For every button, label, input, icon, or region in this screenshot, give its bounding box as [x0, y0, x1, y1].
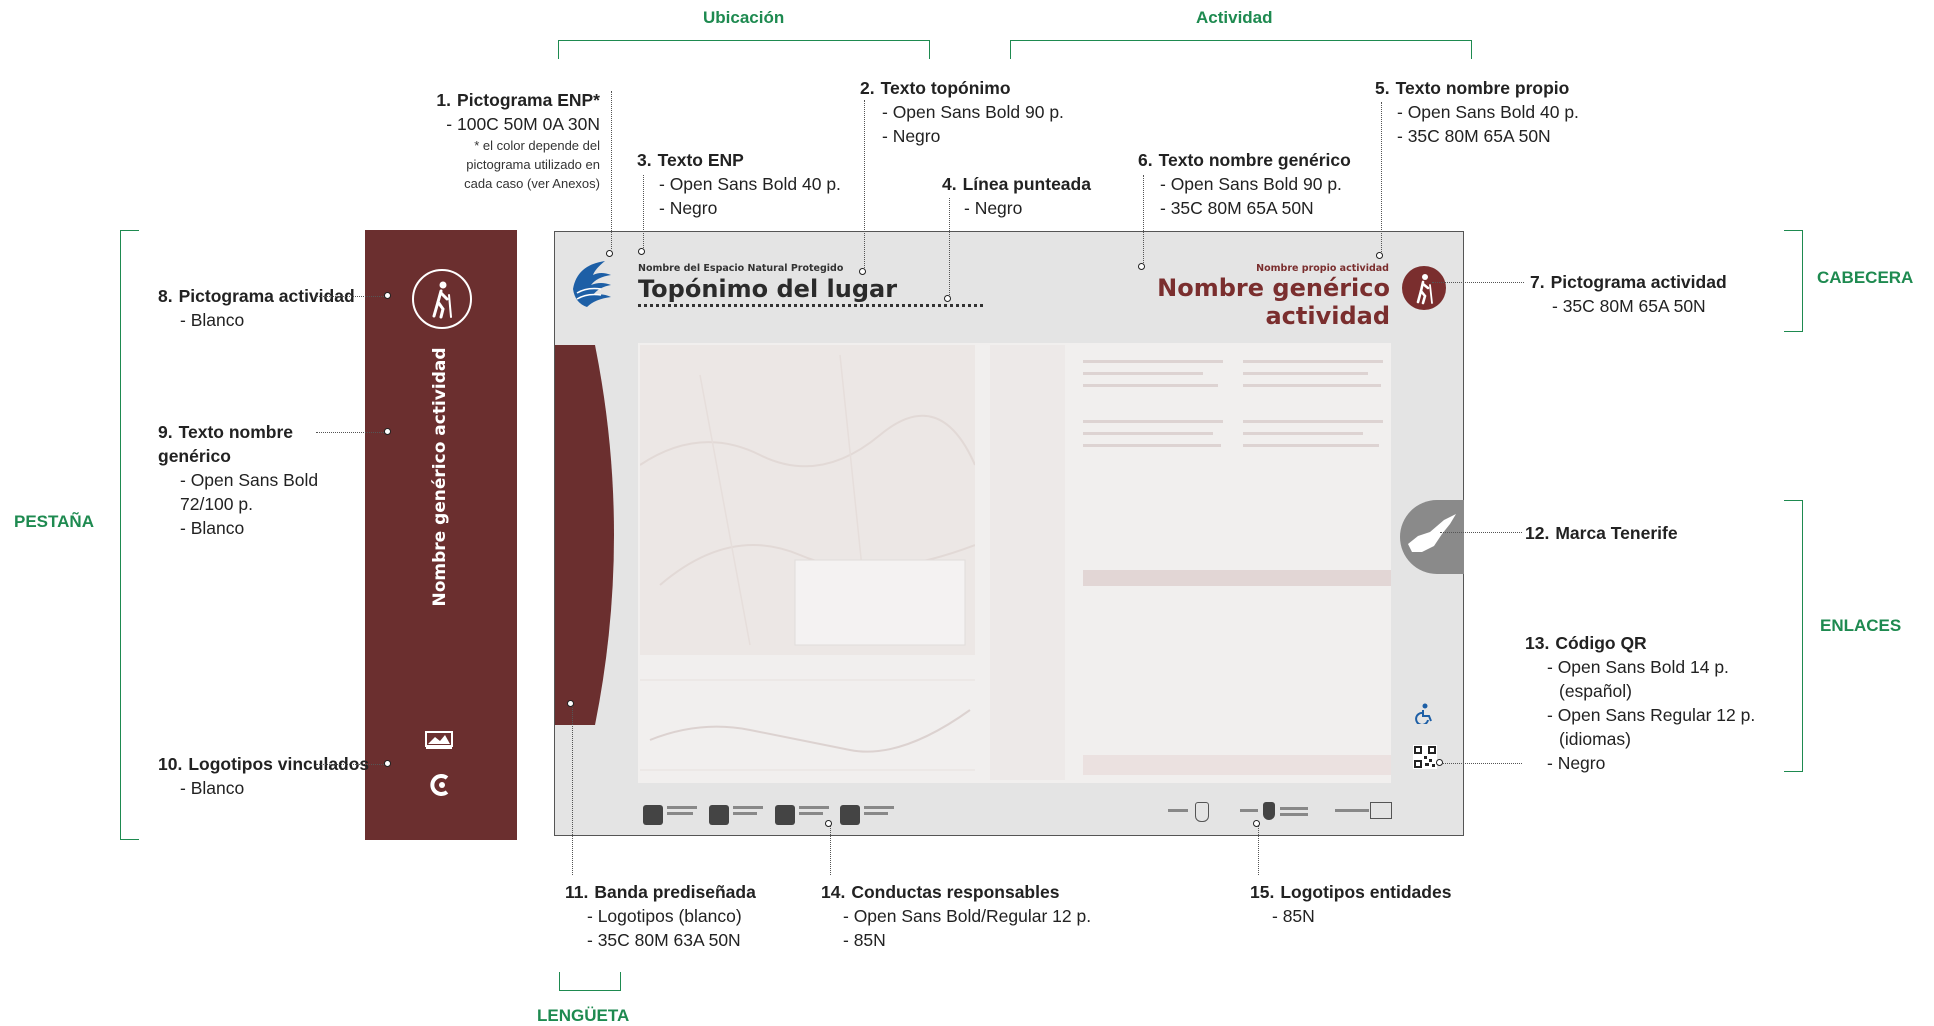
- annotation-1: 1. Pictograma ENP* - 100C 50M 0A 30N * el…: [436, 90, 600, 191]
- tab-pictogram-circle: [412, 269, 472, 329]
- annotation-5: 5. Texto nombre propio - Open Sans Bold 4…: [1375, 78, 1579, 146]
- map-area: [639, 345, 976, 655]
- leader-7: [1432, 282, 1524, 283]
- marker-8: [384, 292, 391, 299]
- elevation-profile: [640, 679, 975, 771]
- group-lengueta: LENGÜETA: [537, 1006, 630, 1025]
- group-actividad: Actividad: [1196, 8, 1273, 27]
- leader-6: [1143, 175, 1144, 263]
- group-cabecera: CABECERA: [1817, 268, 1914, 287]
- marker-9: [384, 428, 391, 435]
- annotation-14: 14. Conductas responsables - Open Sans Bo…: [821, 882, 1092, 950]
- leader-8: [316, 296, 384, 297]
- leader-11: [572, 705, 573, 875]
- tab-logo-2: [428, 772, 454, 798]
- annotation-13: 13. Código QR - Open Sans Bold 14 p. (esp…: [1525, 633, 1756, 773]
- hiker-icon: [432, 281, 452, 319]
- poster-info-column: [990, 345, 1065, 780]
- leader-4: [949, 198, 950, 295]
- leader-2: [864, 100, 865, 268]
- leader-13: [1440, 763, 1522, 764]
- enp-name-text: Nombre del Espacio Natural Protegido: [638, 263, 844, 274]
- activity-pictogram-circle: [1402, 266, 1446, 310]
- tab-vertical-text: Nombre genérico actividad: [430, 347, 450, 607]
- leader-3: [643, 175, 644, 248]
- poster-title-bar: [1083, 570, 1391, 586]
- tab-logo-1: [425, 730, 453, 750]
- annotation-6: 6. Texto nombre genérico - Open Sans Bold…: [1138, 150, 1351, 218]
- nombre-propio-text: Nombre propio actividad: [1256, 263, 1389, 274]
- poster-footer-bar: [1083, 755, 1391, 775]
- annotation-10: 10. Logotipos vinculados - Blanco: [158, 754, 370, 798]
- marker-4: [944, 295, 951, 302]
- hiker-icon: [1416, 274, 1433, 305]
- annotation-7: 7. Pictograma actividad - 35C 80M 65A 50N: [1530, 272, 1727, 316]
- leader-1: [611, 91, 612, 249]
- marca-tenerife: [1400, 500, 1464, 574]
- annotation-2: 2. Texto topónimo - Open Sans Bold 90 p. …: [860, 78, 1064, 146]
- bracket-ubicacion: [558, 40, 930, 59]
- annotation-15: 15. Logotipos entidades - 85N: [1250, 882, 1452, 926]
- annotation-12: 12. Marca Tenerife: [1525, 523, 1678, 543]
- leader-12: [1440, 532, 1522, 533]
- marker-6: [1138, 263, 1145, 270]
- group-ubicacion: Ubicación: [703, 8, 785, 27]
- annotation-11: 11. Banda prediseñada - Logotipos (blanco…: [565, 882, 756, 950]
- bracket-enlaces: [1784, 500, 1803, 772]
- lengueta-band: [555, 345, 614, 725]
- bracket-cabecera: [1784, 230, 1803, 332]
- leader-9: [316, 432, 384, 433]
- wave-enp-icon: [573, 261, 611, 307]
- marker-2: [859, 268, 866, 275]
- annotation-9: 9. Texto nombre genérico - Open Sans Bold…: [158, 422, 319, 538]
- marker-13: [1436, 759, 1443, 766]
- toponimo-text: Topónimo del lugar: [638, 275, 898, 303]
- marker-1: [606, 250, 613, 257]
- annotation-3: 3. Texto ENP - Open Sans Bold 40 p. - Neg…: [637, 150, 841, 218]
- marker-15: [1253, 820, 1260, 827]
- marker-10: [384, 760, 391, 767]
- nombre-generico-text: Nombre genérico actividad: [1157, 274, 1390, 330]
- tenerife-island-icon: [1408, 514, 1456, 552]
- bracket-pestana: [120, 230, 139, 840]
- qr-code-icon: [1413, 745, 1437, 769]
- group-pestana: PESTAÑA: [14, 512, 94, 531]
- accessibility-icon: [1415, 703, 1432, 724]
- marker-5: [1376, 252, 1383, 259]
- marker-3: [638, 248, 645, 255]
- leader-15: [1258, 825, 1259, 875]
- leader-14: [830, 825, 831, 875]
- annotation-4: 4. Línea punteada - Negro: [942, 174, 1091, 218]
- marker-14: [825, 820, 832, 827]
- bracket-actividad: [1010, 40, 1472, 59]
- marker-11: [567, 700, 574, 707]
- leader-5: [1381, 102, 1382, 252]
- leader-10: [316, 764, 384, 765]
- annotation-8: 8. Pictograma actividad - Blanco: [158, 286, 355, 330]
- dotted-line: [638, 304, 983, 307]
- group-enlaces: ENLACES: [1820, 616, 1902, 635]
- bracket-lengueta: [559, 972, 621, 991]
